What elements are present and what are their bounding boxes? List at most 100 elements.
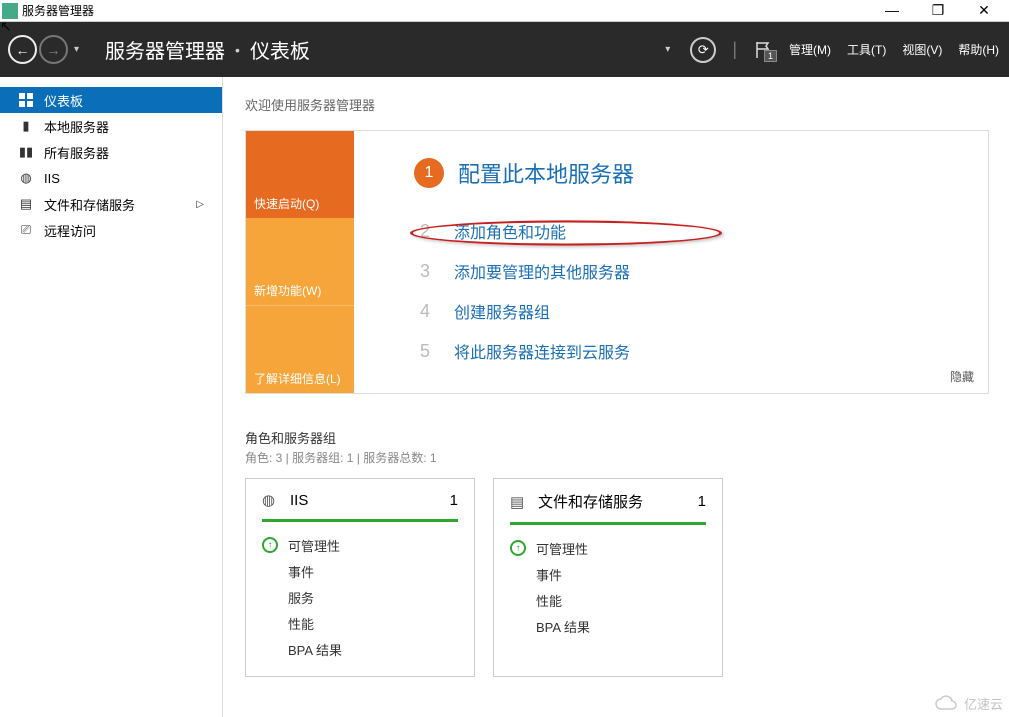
sidebar-item-local-server[interactable]: ▮ 本地服务器 <box>0 113 222 139</box>
tile-row-label: 性能 <box>288 614 314 633</box>
sidebar-item-label: 本地服务器 <box>44 117 109 136</box>
nav-forward-button[interactable]: → <box>39 35 68 64</box>
status-bar <box>262 519 458 522</box>
step-label: 创建服务器组 <box>454 299 550 323</box>
dashboard-icon <box>18 92 34 108</box>
tile-count: 1 <box>698 493 706 510</box>
tile-row-label: 事件 <box>288 562 314 581</box>
sidebar-item-label: IIS <box>44 171 60 186</box>
step-label: 添加角色和功能 <box>454 219 566 243</box>
add-servers-link[interactable]: 3 添加要管理的其他服务器 <box>414 251 958 291</box>
watermark-text: 亿速云 <box>964 694 1003 713</box>
nav-back-button[interactable]: ← <box>8 35 37 64</box>
app-icon <box>2 3 18 19</box>
tile-row-events[interactable]: 事件 <box>510 561 706 587</box>
titlebar: 服务器管理器 — ❐ ✕ <box>0 0 1009 22</box>
breadcrumb-root[interactable]: 服务器管理器 <box>105 35 225 64</box>
close-button[interactable]: ✕ <box>961 1 1007 21</box>
header-bar: ← → ▾ 服务器管理器 • 仪表板 ▾ ⟳ | 1 管理(M) 工具(T) 视… <box>0 22 1009 77</box>
status-bar <box>510 522 706 525</box>
notifications-button[interactable]: 1 <box>753 40 773 60</box>
tile-title: IIS <box>290 492 308 509</box>
breadcrumb: 服务器管理器 • 仪表板 <box>91 35 310 64</box>
storage-icon: ▤ <box>18 196 34 212</box>
step-number: 5 <box>414 341 436 362</box>
storage-icon: ▤ <box>510 493 528 511</box>
remote-icon: ⎚ <box>18 222 34 238</box>
menu-view[interactable]: 视图(V) <box>902 41 942 58</box>
step-number-1: 1 <box>414 158 444 188</box>
sidebar-item-label: 仪表板 <box>44 91 83 110</box>
nav-dropdown-icon[interactable]: ▾ <box>70 44 83 55</box>
tile-storage[interactable]: ▤ 文件和存储服务 1 ↑ 可管理性 事件 性能 BPA 结果 <box>493 478 723 677</box>
breadcrumb-current: 仪表板 <box>250 35 310 64</box>
separator: | <box>732 39 737 60</box>
configure-server-link[interactable]: 1 配置此本地服务器 <box>414 157 958 189</box>
step-label: 将此服务器连接到云服务 <box>454 339 630 363</box>
tab-label: 了解详细信息(L) <box>254 370 341 387</box>
maximize-button[interactable]: ❐ <box>915 1 961 21</box>
tile-count: 1 <box>450 492 458 509</box>
arrow-up-icon: ↑ <box>510 540 526 556</box>
tab-learnmore[interactable]: 了解详细信息(L) <box>246 305 354 393</box>
configure-server-label: 配置此本地服务器 <box>458 157 634 189</box>
chevron-right-icon: • <box>235 42 240 58</box>
cloud-icon <box>934 695 960 713</box>
tile-title: 文件和存储服务 <box>538 491 643 512</box>
tile-row-label: 可管理性 <box>288 536 340 555</box>
tile-row-label: BPA 结果 <box>288 640 342 659</box>
tab-label: 新增功能(W) <box>254 282 321 299</box>
iis-icon: ◍ <box>262 491 280 509</box>
welcome-heading: 欢迎使用服务器管理器 <box>245 95 989 114</box>
servers-icon: ▮▮ <box>18 144 34 160</box>
create-group-link[interactable]: 4 创建服务器组 <box>414 291 958 331</box>
tile-row-manageability[interactable]: ↑ 可管理性 <box>262 532 458 558</box>
menu-manage[interactable]: 管理(M) <box>789 41 831 58</box>
tile-row-performance[interactable]: 性能 <box>262 610 458 636</box>
minimize-button[interactable]: — <box>869 1 915 21</box>
roles-heading: 角色和服务器组 <box>245 428 989 447</box>
hide-button[interactable]: 隐藏 <box>950 368 974 385</box>
tile-row-label: BPA 结果 <box>536 617 590 636</box>
refresh-button[interactable]: ⟳ <box>690 37 716 63</box>
tile-row-manageability[interactable]: ↑ 可管理性 <box>510 535 706 561</box>
tab-quickstart[interactable]: 快速启动(Q) <box>246 131 354 218</box>
sidebar-item-remote[interactable]: ⎚ 远程访问 <box>0 217 222 243</box>
menu-help[interactable]: 帮助(H) <box>958 41 999 58</box>
sidebar-item-label: 文件和存储服务 <box>44 195 135 214</box>
menu-tools[interactable]: 工具(T) <box>847 41 886 58</box>
notification-badge: 1 <box>764 50 777 62</box>
sidebar-item-storage[interactable]: ▤ 文件和存储服务 ▷ <box>0 191 222 217</box>
add-roles-link[interactable]: 2 添加角色和功能 <box>414 211 958 251</box>
window-title: 服务器管理器 <box>22 2 94 19</box>
step-number: 3 <box>414 261 436 282</box>
connect-cloud-link[interactable]: 5 将此服务器连接到云服务 <box>414 331 958 371</box>
arrow-up-icon: ↑ <box>262 537 278 553</box>
iis-icon: ◍ <box>18 170 34 186</box>
header-dropdown-icon[interactable]: ▾ <box>661 44 674 55</box>
tab-label: 快速启动(Q) <box>254 195 319 212</box>
tile-iis[interactable]: ◍ IIS 1 ↑ 可管理性 事件 服务 性能 BPA 结果 <box>245 478 475 677</box>
tile-row-bpa[interactable]: BPA 结果 <box>510 613 706 639</box>
tile-row-performance[interactable]: 性能 <box>510 587 706 613</box>
tile-row-services[interactable]: 服务 <box>262 584 458 610</box>
server-icon: ▮ <box>18 118 34 134</box>
tile-row-label: 事件 <box>536 565 562 584</box>
sidebar-item-iis[interactable]: ◍ IIS <box>0 165 222 191</box>
sidebar-item-label: 远程访问 <box>44 221 96 240</box>
chevron-right-icon: ▷ <box>196 199 204 210</box>
tile-row-events[interactable]: 事件 <box>262 558 458 584</box>
main-content: 欢迎使用服务器管理器 快速启动(Q) 新增功能(W) 了解详细信息(L) 1 配… <box>223 77 1009 717</box>
tile-row-label: 可管理性 <box>536 539 588 558</box>
step-number: 2 <box>414 221 436 242</box>
step-number: 4 <box>414 301 436 322</box>
step-label: 添加要管理的其他服务器 <box>454 259 630 283</box>
sidebar-item-dashboard[interactable]: 仪表板 <box>0 87 222 113</box>
sidebar-item-all-servers[interactable]: ▮▮ 所有服务器 <box>0 139 222 165</box>
tile-row-label: 服务 <box>288 588 314 607</box>
tile-row-bpa[interactable]: BPA 结果 <box>262 636 458 662</box>
watermark: 亿速云 <box>934 694 1003 713</box>
tab-whatsnew[interactable]: 新增功能(W) <box>246 218 354 305</box>
sidebar-item-label: 所有服务器 <box>44 143 109 162</box>
tile-row-label: 性能 <box>536 591 562 610</box>
